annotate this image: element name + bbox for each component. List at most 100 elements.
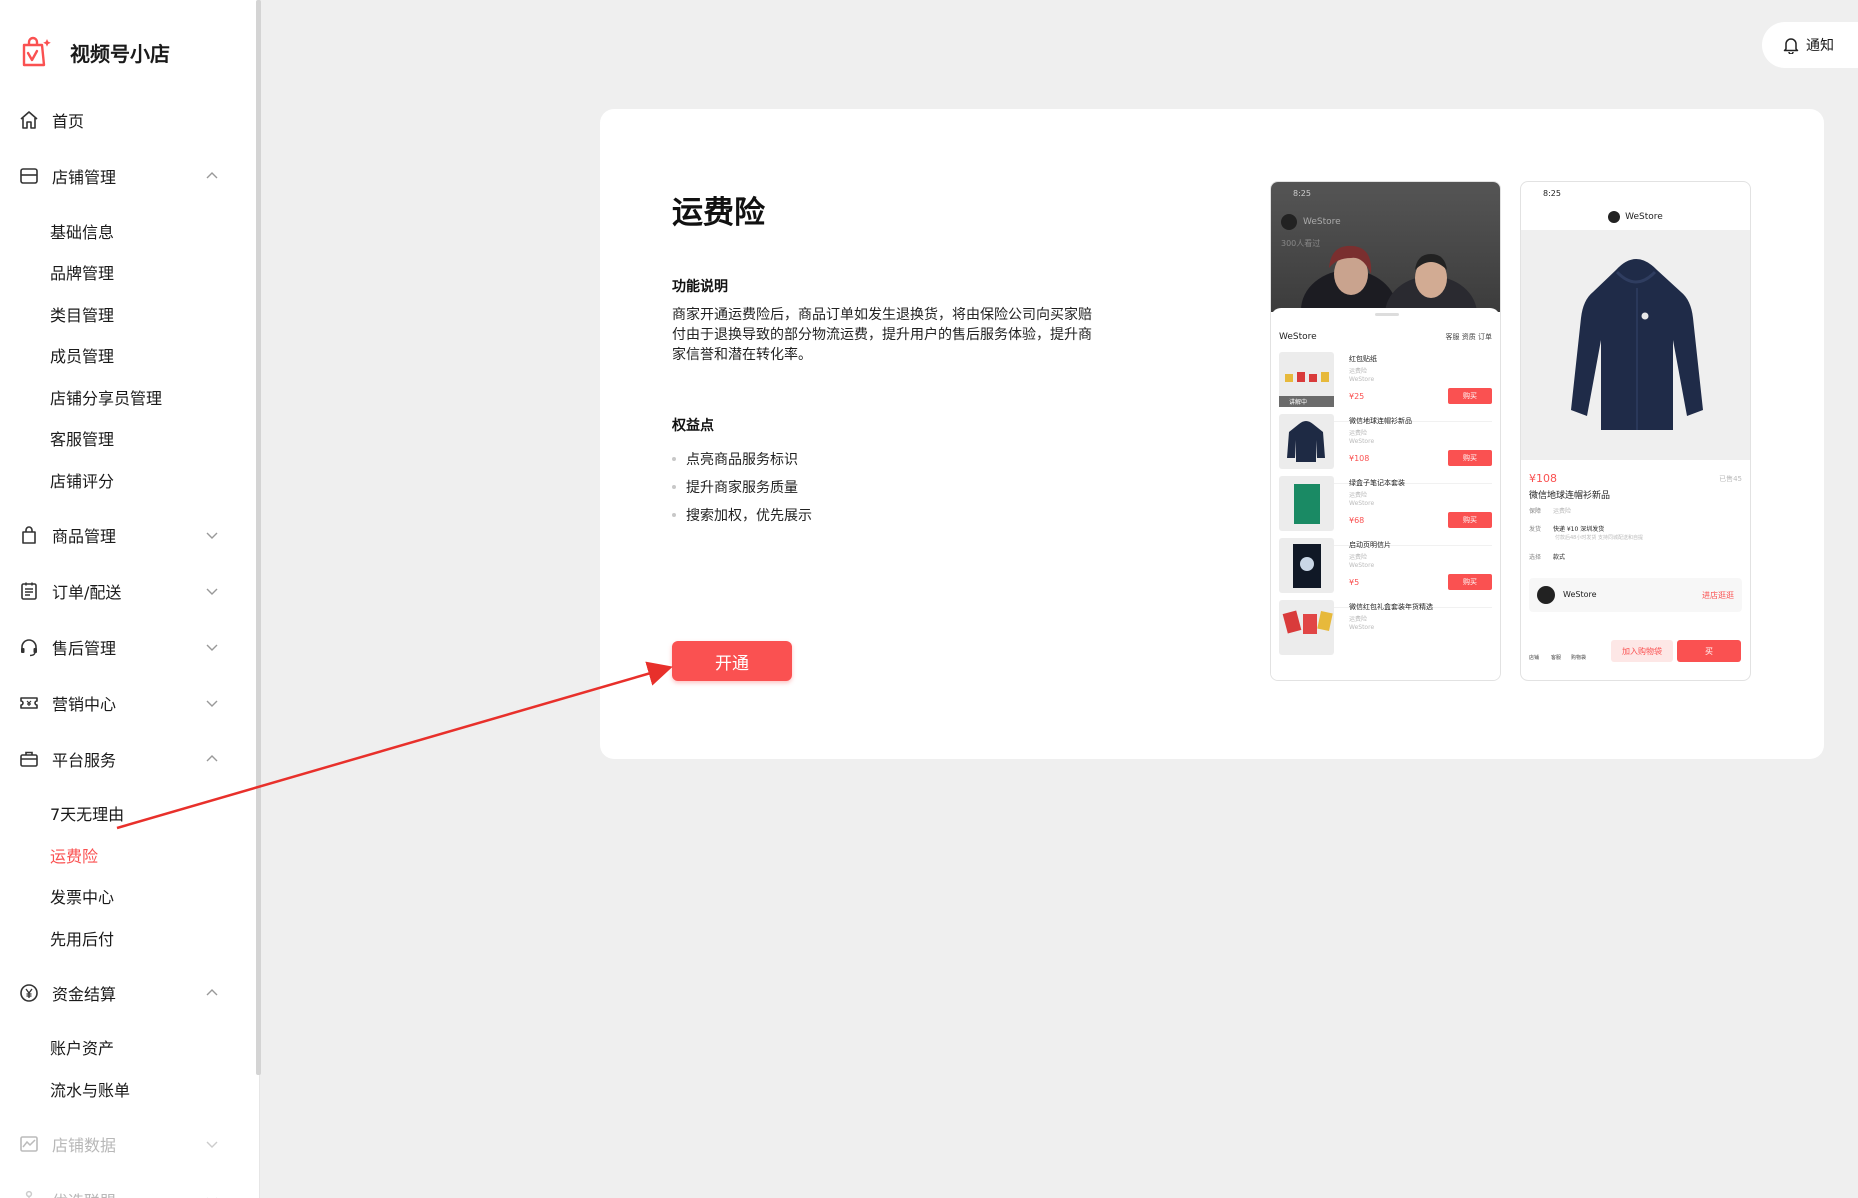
detail-price: ¥108: [1529, 472, 1557, 485]
product-row[interactable]: 讲解中 红包贴纸 运费险 WeStore ¥25 购买: [1279, 352, 1492, 422]
sidebar-subitem-invoice-center[interactable]: 发票中心: [0, 876, 256, 918]
sidebar-subitem-category[interactable]: 类目管理: [0, 293, 256, 335]
product-shop: WeStore: [1349, 500, 1375, 507]
preview-phone-detail: 8:25 WeStore ¥108 已售45 微信地球连帽衫新品 保障 运费险 …: [1520, 181, 1751, 681]
store-name: WeStore: [1625, 212, 1663, 222]
store-entry[interactable]: WeStore 进店逛逛: [1529, 578, 1742, 612]
sidebar-item-alliance[interactable]: 优选联盟: [0, 1172, 256, 1198]
guarantee-row[interactable]: 保障 运费险: [1529, 506, 1742, 515]
store-icon: [18, 165, 40, 187]
product-thumb: [1279, 476, 1334, 531]
detail-footer: 店铺 客服 购物袋 加入购物袋 买: [1521, 634, 1750, 674]
sidebar-subitem-pay-later[interactable]: 先用后付: [0, 917, 256, 959]
buy-button[interactable]: 购买: [1448, 574, 1492, 590]
brand-name: 视频号小店: [70, 41, 170, 66]
sidebar-item-platform-services[interactable]: 平台服务: [0, 731, 256, 787]
product-name: 启动页明信片: [1349, 541, 1391, 549]
notice-button[interactable]: 通知: [1762, 22, 1858, 68]
product-tag: 运费险: [1349, 616, 1368, 623]
sidebar-nav: 首页 店铺管理 基础信息 品牌管理 类目管理 成员管理 店铺分享员管理 客服管理…: [0, 92, 256, 1198]
ship-value: 快递 ¥10 深圳发货: [1552, 526, 1605, 533]
enter-store-link[interactable]: 进店逛逛: [1702, 590, 1734, 601]
store-name: WeStore: [1563, 590, 1597, 599]
bullet-dot: [672, 513, 676, 517]
product-sheet: WeStore 客服 资质 订单 讲解中 红包贴纸 运费险 WeStore ¥2…: [1271, 308, 1500, 680]
sidebar-subitem-shipping-insurance[interactable]: 运费险: [0, 834, 256, 876]
sidebar-subitem-customer-service[interactable]: 客服管理: [0, 418, 256, 460]
sidebar-subitem-7day-return[interactable]: 7天无理由: [0, 793, 256, 835]
sidebar-subitem-sharers[interactable]: 店铺分享员管理: [0, 376, 256, 418]
sidebar-item-store-management[interactable]: 店铺管理: [0, 148, 256, 204]
product-tag: 运费险: [1349, 430, 1368, 437]
chevron-down-icon: [206, 1197, 218, 1198]
feature-title: 功能说明: [672, 279, 728, 295]
headset-icon: [18, 636, 40, 658]
buy-button[interactable]: 购买: [1448, 512, 1492, 528]
footer-bag-label[interactable]: 购物袋: [1571, 654, 1586, 661]
footer-store-label[interactable]: 店铺: [1529, 654, 1539, 661]
benefit-item: 提升商家服务质量: [672, 473, 812, 501]
bullet-dot: [672, 485, 676, 489]
ship-note: 付款后48小时发货 支持同城配送和自提: [1555, 535, 1643, 541]
notice-label: 通知: [1806, 38, 1834, 54]
buy-button[interactable]: 购买: [1448, 450, 1492, 466]
sidebar-item-settlement[interactable]: 资金结算: [0, 965, 256, 1021]
add-to-cart-button[interactable]: 加入购物袋: [1611, 640, 1673, 662]
bullet-dot: [672, 457, 676, 461]
sheet-store-name[interactable]: WeStore: [1279, 332, 1317, 342]
product-row[interactable]: 微信地球连帽衫新品 运费险 WeStore ¥108 购买: [1279, 414, 1492, 484]
benefits-list: 点亮商品服务标识 提升商家服务质量 搜索加权，优先展示: [672, 445, 812, 529]
buy-now-button[interactable]: 买: [1677, 640, 1741, 662]
product-shop: WeStore: [1349, 562, 1375, 569]
product-tag: 运费险: [1349, 492, 1368, 499]
sidebar-subitem-statements[interactable]: 流水与账单: [0, 1068, 256, 1110]
sheet-tabs[interactable]: 客服 资质 订单: [1446, 332, 1492, 342]
open-button[interactable]: 开通: [672, 641, 792, 681]
product-row[interactable]: 绿盒子笔记本套装 运费险 WeStore ¥68 购买: [1279, 476, 1492, 546]
footer-service-label[interactable]: 客服: [1551, 654, 1561, 661]
sidebar-subitem-brand[interactable]: 品牌管理: [0, 252, 256, 294]
product-row[interactable]: 微信红包礼盒套装年货精选 运费险 WeStore: [1279, 600, 1492, 670]
product-name: 微信红包礼盒套装年货精选: [1349, 603, 1433, 611]
sidebar-item-products[interactable]: 商品管理: [0, 507, 256, 563]
store-avatar-icon: [1537, 586, 1555, 604]
product-tag: 运费险: [1349, 368, 1368, 375]
product-tag: 运费险: [1349, 554, 1368, 561]
brand[interactable]: 视频号小店: [20, 30, 170, 74]
chart-icon: [18, 1133, 40, 1155]
sidebar-item-orders[interactable]: 订单/配送: [0, 563, 256, 619]
briefcase-icon: [18, 748, 40, 770]
feature-description: 商家开通运费险后，商品订单如发生退换货，将由保险公司向买家赔付由于退换导致的部分…: [672, 307, 1092, 363]
sidebar-subitem-basic-info[interactable]: 基础信息: [0, 210, 256, 252]
sidebar-item-label: 店铺管理: [52, 168, 117, 187]
chevron-down-icon: [206, 1141, 218, 1148]
sidebar-item-store-data[interactable]: 店铺数据: [0, 1116, 256, 1172]
chevron-down-icon: [206, 700, 218, 707]
status-time: 8:25: [1543, 189, 1561, 198]
buy-button[interactable]: 购买: [1448, 388, 1492, 404]
detail-sold: 已售45: [1719, 475, 1742, 483]
sidebar-subitem-members[interactable]: 成员管理: [0, 335, 256, 377]
sidebar-subitem-store-rating[interactable]: 店铺评分: [0, 459, 256, 501]
guarantee-label: 保障: [1529, 508, 1542, 515]
sheet-handle: [1375, 313, 1399, 316]
select-row[interactable]: 选择 款式: [1529, 552, 1742, 561]
sidebar-scrollbar[interactable]: [256, 0, 261, 1075]
product-thumb: [1279, 414, 1334, 469]
product-row[interactable]: 启动页明信片 运费险 WeStore ¥5 购买: [1279, 538, 1492, 608]
sidebar-item-label: 资金结算: [52, 984, 117, 1004]
sidebar-item-home[interactable]: 首页: [0, 92, 256, 148]
select-label: 选择: [1529, 554, 1542, 561]
ship-label: 发货: [1529, 526, 1542, 533]
store-avatar-icon: [1608, 211, 1621, 223]
sidebar-item-label: 首页: [52, 112, 85, 131]
chevron-up-icon: [206, 754, 218, 761]
yen-icon: [18, 982, 40, 1004]
detail-header: WeStore: [1521, 208, 1750, 226]
product-name: 绿盒子笔记本套装: [1349, 479, 1405, 487]
shipping-row[interactable]: 发货 快递 ¥10 深圳发货: [1529, 524, 1742, 533]
sidebar-subitem-account-assets[interactable]: 账户资产: [0, 1027, 256, 1069]
sidebar-item-after-sales[interactable]: 售后管理: [0, 619, 256, 675]
bag-icon: [18, 524, 40, 546]
sidebar-item-marketing[interactable]: 营销中心: [0, 675, 256, 731]
